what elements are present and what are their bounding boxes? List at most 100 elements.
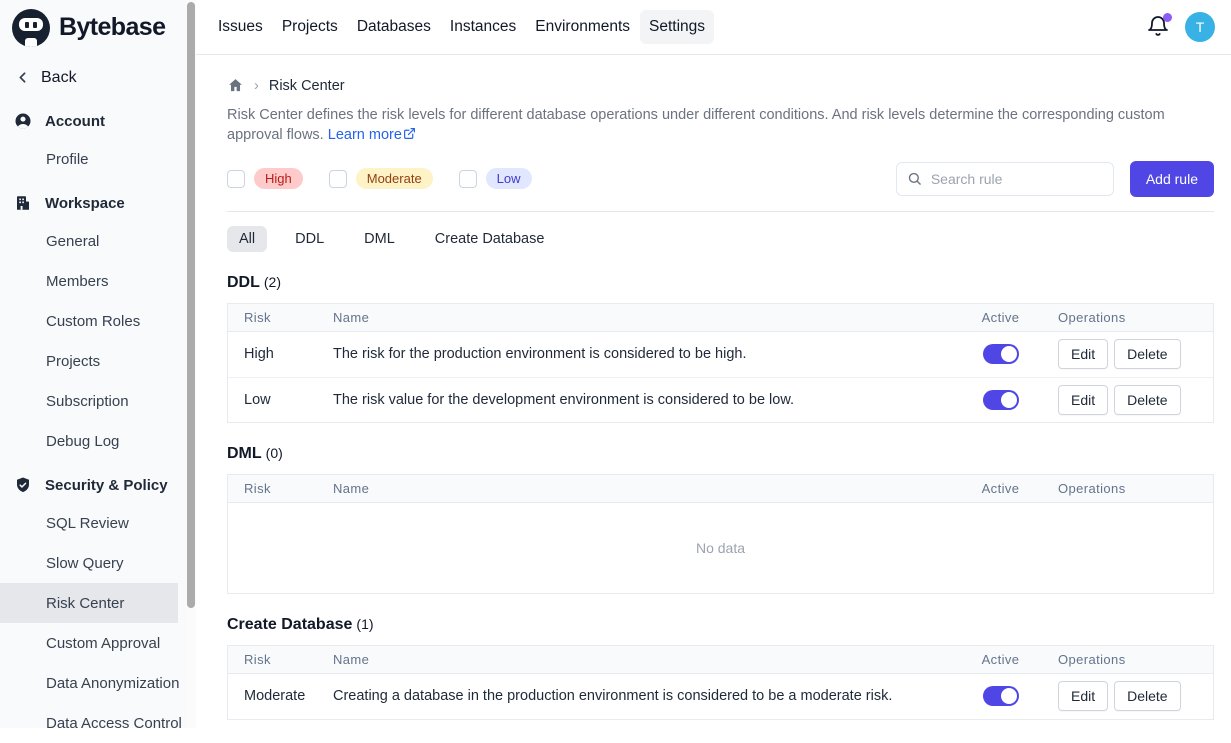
nav-item-issues[interactable]: Issues bbox=[209, 10, 272, 44]
top-navigation: Issues Projects Databases Instances Envi… bbox=[196, 0, 1231, 55]
main-area: Issues Projects Databases Instances Envi… bbox=[196, 0, 1231, 728]
sidebar-section-label: Account bbox=[45, 113, 105, 130]
section-ddl-title: DDL(2) bbox=[227, 274, 1214, 292]
category-tabs: All DDL DML Create Database bbox=[227, 226, 1214, 252]
section-count: (0) bbox=[266, 445, 283, 461]
sidebar-item-sql-review[interactable]: SQL Review bbox=[0, 503, 186, 543]
sidebar-item-profile[interactable]: Profile bbox=[0, 139, 186, 179]
sidebar-item-label: Data Anonymization bbox=[46, 675, 179, 692]
tab-create-database[interactable]: Create Database bbox=[423, 226, 557, 252]
sidebar-item-label: Members bbox=[46, 273, 109, 290]
high-checkbox[interactable] bbox=[227, 170, 245, 188]
section-dml-title: DML(0) bbox=[227, 445, 1214, 463]
column-header-risk: Risk bbox=[228, 310, 333, 325]
sidebar-item-label: Projects bbox=[46, 353, 100, 370]
search-input[interactable] bbox=[929, 170, 1103, 188]
nav-item-projects[interactable]: Projects bbox=[273, 10, 347, 44]
settings-sidebar: Bytebase Back Account Profile bbox=[0, 0, 196, 728]
column-header-risk: Risk bbox=[228, 481, 333, 496]
sidebar-section-label: Security & Policy bbox=[45, 477, 168, 494]
brand-name: Bytebase bbox=[59, 13, 165, 42]
sidebar-item-label: Subscription bbox=[46, 393, 129, 410]
section-count: (2) bbox=[264, 274, 281, 290]
sidebar-item-label: Data Access Control bbox=[46, 715, 182, 732]
moderate-checkbox[interactable] bbox=[329, 170, 347, 188]
rule-name-cell: Creating a database in the production en… bbox=[333, 688, 943, 704]
sidebar-item-members[interactable]: Members bbox=[0, 261, 186, 301]
active-toggle[interactable] bbox=[983, 390, 1019, 410]
sidebar-item-custom-approval[interactable]: Custom Approval bbox=[0, 623, 186, 663]
high-badge: High bbox=[254, 168, 303, 189]
sidebar-item-custom-roles[interactable]: Custom Roles bbox=[0, 301, 186, 341]
add-rule-button[interactable]: Add rule bbox=[1130, 161, 1214, 197]
breadcrumb: › Risk Center bbox=[227, 77, 1214, 94]
building-icon bbox=[14, 194, 32, 212]
section-ddl: DDL(2) Risk Name Active Operations High … bbox=[227, 274, 1214, 423]
bytebase-logo-icon bbox=[12, 9, 50, 47]
column-header-active: Active bbox=[943, 310, 1058, 325]
avatar[interactable]: T bbox=[1185, 12, 1215, 42]
sidebar-item-label: Risk Center bbox=[46, 595, 124, 612]
sidebar-item-slow-query[interactable]: Slow Query bbox=[0, 543, 186, 583]
chevron-left-icon bbox=[14, 69, 32, 87]
app-window: Bytebase Back Account Profile bbox=[0, 0, 1231, 728]
column-header-name: Name bbox=[333, 652, 943, 667]
section-title-text: DML bbox=[227, 445, 262, 462]
sidebar-item-data-access-control[interactable]: Data Access Control bbox=[0, 703, 186, 743]
delete-button[interactable]: Delete bbox=[1114, 681, 1180, 711]
edit-button[interactable]: Edit bbox=[1058, 385, 1108, 415]
sidebar-scrollbar[interactable] bbox=[186, 0, 196, 728]
low-checkbox[interactable] bbox=[459, 170, 477, 188]
low-badge: Low bbox=[486, 168, 532, 189]
column-header-operations: Operations bbox=[1058, 652, 1213, 667]
shield-check-icon bbox=[14, 476, 32, 494]
tab-ddl[interactable]: DDL bbox=[283, 226, 336, 252]
learn-more-link[interactable]: Learn more bbox=[328, 127, 416, 143]
back-button[interactable]: Back bbox=[0, 55, 186, 97]
sidebar-item-risk-center[interactable]: Risk Center bbox=[0, 583, 178, 623]
rule-name-cell: The risk for the production environment … bbox=[333, 346, 943, 362]
edit-button[interactable]: Edit bbox=[1058, 681, 1108, 711]
sidebar-item-label: Debug Log bbox=[46, 433, 119, 450]
delete-button[interactable]: Delete bbox=[1114, 385, 1180, 415]
notification-bell-icon[interactable] bbox=[1146, 15, 1170, 39]
delete-button[interactable]: Delete bbox=[1114, 339, 1180, 369]
sidebar-item-subscription[interactable]: Subscription bbox=[0, 381, 186, 421]
sidebar-item-projects[interactable]: Projects bbox=[0, 341, 186, 381]
edit-button[interactable]: Edit bbox=[1058, 339, 1108, 369]
ddl-rules-table: Risk Name Active Operations High The ris… bbox=[227, 303, 1214, 423]
risk-level-cell: High bbox=[228, 346, 333, 362]
nav-item-databases[interactable]: Databases bbox=[348, 10, 440, 44]
table-header: Risk Name Active Operations bbox=[228, 475, 1213, 503]
column-header-operations: Operations bbox=[1058, 481, 1213, 496]
home-icon[interactable] bbox=[227, 77, 244, 94]
avatar-initial: T bbox=[1196, 19, 1205, 35]
active-toggle[interactable] bbox=[983, 686, 1019, 706]
bytebase-logo[interactable]: Bytebase bbox=[0, 0, 186, 55]
column-header-risk: Risk bbox=[228, 652, 333, 667]
nav-item-environments[interactable]: Environments bbox=[526, 10, 639, 44]
sidebar-header-account: Account bbox=[0, 103, 186, 139]
nav-links: Issues Projects Databases Instances Envi… bbox=[209, 10, 714, 44]
tab-all[interactable]: All bbox=[227, 226, 267, 252]
column-header-active: Active bbox=[943, 481, 1058, 496]
sidebar-scrollbar-thumb[interactable] bbox=[187, 2, 195, 608]
sidebar-section-security-policy: Security & Policy SQL Review Slow Query … bbox=[0, 467, 186, 743]
column-header-active: Active bbox=[943, 652, 1058, 667]
sidebar-item-data-anonymization[interactable]: Data Anonymization bbox=[0, 663, 186, 703]
breadcrumb-separator: › bbox=[254, 78, 259, 94]
sidebar-item-general[interactable]: General bbox=[0, 221, 186, 261]
nav-item-instances[interactable]: Instances bbox=[441, 10, 525, 44]
section-dml: DML(0) Risk Name Active Operations No da… bbox=[227, 445, 1214, 594]
create-database-rules-table: Risk Name Active Operations Moderate Cre… bbox=[227, 645, 1214, 720]
risk-center-page: › Risk Center Risk Center defines the ri… bbox=[196, 55, 1231, 728]
user-icon bbox=[14, 112, 32, 130]
tab-dml[interactable]: DML bbox=[352, 226, 407, 252]
sidebar-item-debug-log[interactable]: Debug Log bbox=[0, 421, 186, 461]
nav-item-settings[interactable]: Settings bbox=[640, 10, 714, 44]
table-row: Low The risk value for the development e… bbox=[228, 377, 1213, 422]
sidebar-item-label: General bbox=[46, 233, 99, 250]
sidebar-item-label: Custom Roles bbox=[46, 313, 140, 330]
active-toggle[interactable] bbox=[983, 344, 1019, 364]
section-title-text: Create Database bbox=[227, 616, 352, 633]
